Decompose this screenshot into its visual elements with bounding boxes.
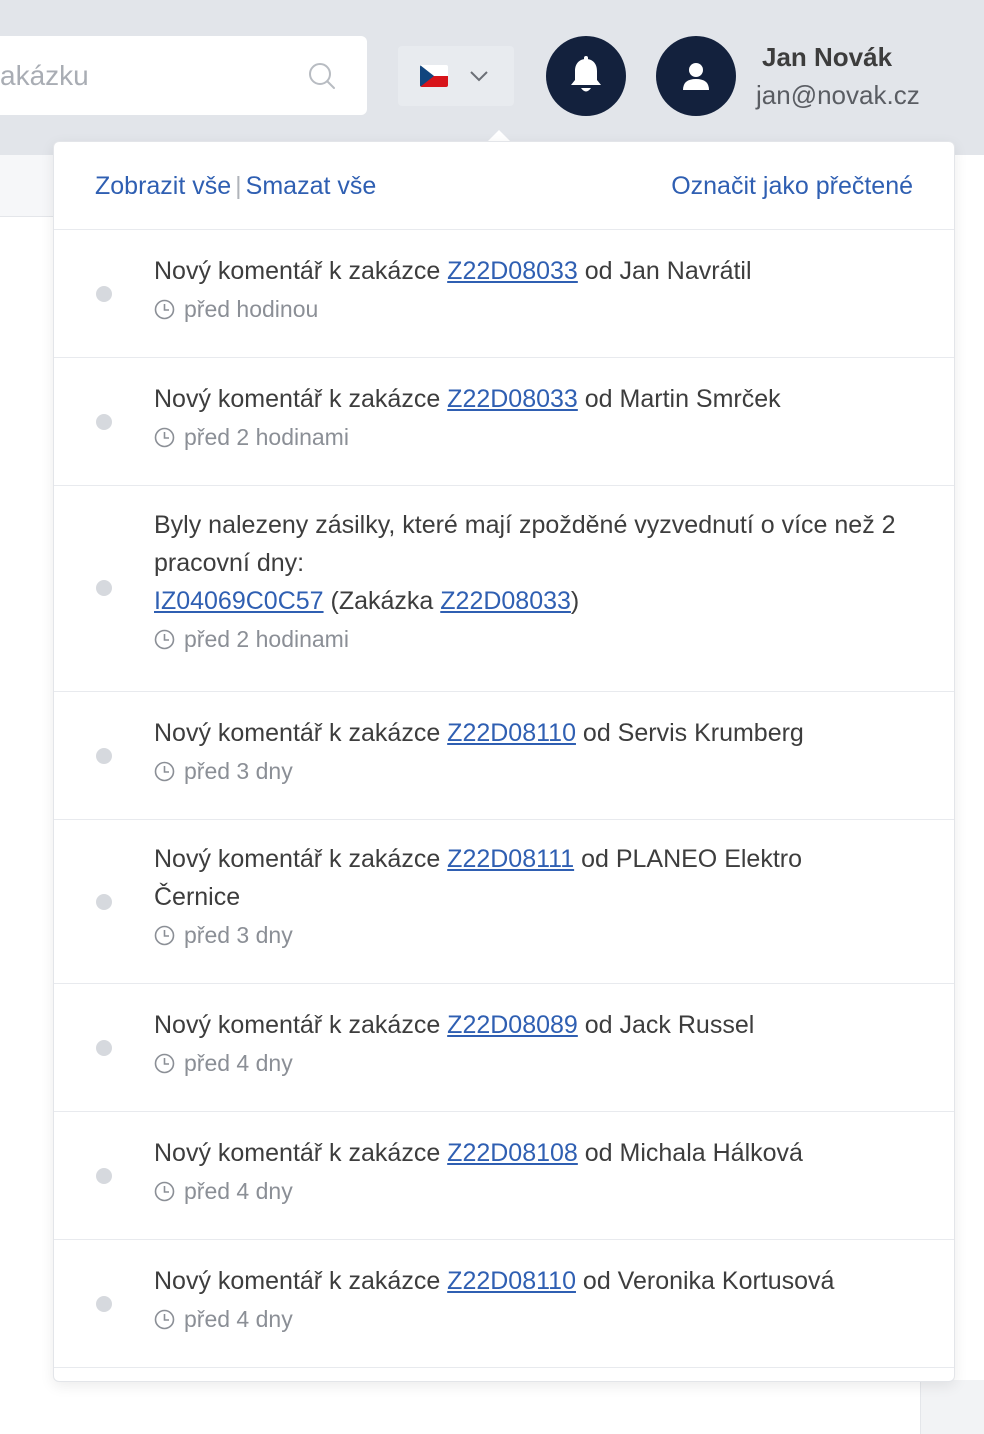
order-link[interactable]: Z22D08108 — [447, 1139, 578, 1167]
notification-time: před 3 dny — [154, 922, 854, 949]
time-label: před 3 dny — [184, 758, 293, 784]
user-avatar-button[interactable] — [656, 36, 736, 116]
notification-text: Nový komentář k zakázce Z22D08111 od PLA… — [154, 840, 854, 916]
time-label: před 4 dny — [184, 1050, 293, 1076]
order-link[interactable]: Z22D08110 — [447, 719, 576, 747]
notification-text: Byly nalezeny zásilky, které mají zpoždě… — [154, 511, 896, 577]
notifications-dropdown: Zobrazit vše | Smazat vše Označit jako pře… — [53, 141, 955, 1382]
clock-icon — [154, 1309, 175, 1330]
notification-item[interactable]: Nový komentář k zakázce Z22D08033 od Jan… — [54, 230, 954, 358]
bell-icon — [571, 56, 601, 92]
clock-icon — [154, 427, 175, 448]
order-link[interactable]: Z22D08033 — [440, 587, 571, 615]
clock-icon — [154, 629, 175, 650]
search-box[interactable]: akázku — [0, 36, 367, 115]
shipment-link[interactable]: IZ04069C0C57 — [154, 587, 324, 615]
notification-suffix: od Michala Hálková — [577, 1139, 803, 1167]
unread-dot — [96, 286, 112, 302]
notification-time: před 2 hodinami — [154, 626, 914, 653]
dropdown-header: Zobrazit vše | Smazat vše Označit jako pře… — [54, 142, 954, 230]
clock-icon — [154, 299, 175, 320]
notification-suffix: od Servis Krumberg — [575, 719, 804, 747]
shipment-order-label: (Zakázka — [323, 587, 441, 615]
notification-prefix: Nový komentář k zakázce — [154, 257, 448, 285]
notification-item[interactable]: Nový komentář k zakázce Z22D08110 od Ver… — [54, 1240, 954, 1368]
search-input[interactable]: akázku — [0, 36, 280, 115]
order-link[interactable]: Z22D08111 — [447, 845, 574, 873]
notification-text: Nový komentář k zakázce Z22D08033 od Mar… — [154, 380, 914, 418]
notification-suffix: od Jan Navrátil — [577, 257, 752, 285]
time-label: před 3 dny — [184, 922, 293, 948]
notification-text: Nový komentář k zakázce Z22D08033 od Jan… — [154, 252, 914, 290]
shipment-line: IZ04069C0C57 (Zakázka Z22D08033) — [154, 582, 914, 620]
clock-icon — [154, 761, 175, 782]
notification-text: Nový komentář k zakázce Z22D08089 od Jac… — [154, 1006, 914, 1044]
notification-prefix: Nový komentář k zakázce — [154, 1011, 448, 1039]
background-page — [0, 155, 54, 217]
unread-dot — [96, 748, 112, 764]
notification-prefix: Nový komentář k zakázce — [154, 719, 448, 747]
notification-item[interactable]: Nový komentář k zakázce Z22D08108 od Mic… — [54, 1112, 954, 1240]
user-name: Jan Novák — [762, 42, 893, 72]
notification-time: před 4 dny — [154, 1050, 914, 1077]
notification-time: před 2 hodinami — [154, 424, 914, 451]
notifications-button[interactable] — [546, 36, 626, 116]
unread-dot — [96, 894, 112, 910]
notification-prefix: Nový komentář k zakázce — [154, 1139, 448, 1167]
notification-text: Nový komentář k zakázce Z22D08110 od Ver… — [154, 1262, 914, 1300]
user-icon — [683, 63, 709, 90]
clock-icon — [154, 1053, 175, 1074]
time-label: před 2 hodinami — [184, 424, 349, 450]
time-label: před 2 hodinami — [184, 626, 349, 652]
notification-item[interactable]: Byly nalezeny zásilky, které mají zpoždě… — [54, 486, 954, 692]
notification-suffix: od Veronika Kortusová — [575, 1267, 835, 1295]
notification-prefix: Nový komentář k zakázce — [154, 385, 448, 413]
unread-dot — [96, 1168, 112, 1184]
notification-time: před 4 dny — [154, 1306, 914, 1333]
clock-icon — [154, 1181, 175, 1202]
chevron-down-icon — [470, 71, 488, 82]
closing-paren: ) — [570, 587, 580, 615]
unread-dot — [96, 580, 112, 596]
notification-item[interactable]: Nový komentář k zakázce Z22D08110 od Ser… — [54, 692, 954, 820]
show-all-link[interactable]: Zobrazit vše — [95, 172, 231, 200]
language-selector[interactable] — [398, 46, 514, 106]
order-link[interactable]: Z22D08033 — [447, 385, 578, 413]
notification-suffix: od Jack Russel — [577, 1011, 755, 1039]
order-link[interactable]: Z22D08033 — [447, 257, 578, 285]
mark-read-link[interactable]: Označit jako přečtené — [671, 172, 913, 200]
background-page-edge — [920, 1380, 984, 1434]
notification-text: Nový komentář k zakázce Z22D08108 od Mic… — [154, 1134, 914, 1172]
czech-flag-icon — [420, 65, 448, 87]
time-label: před 4 dny — [184, 1178, 293, 1204]
time-label: před hodinou — [184, 296, 319, 322]
unread-dot — [96, 414, 112, 430]
notification-item[interactable]: Nový komentář k zakázce Z22D08089 od Jac… — [54, 984, 954, 1112]
notification-item[interactable]: Nový komentář k zakázce Z22D08111 od PLA… — [54, 820, 954, 984]
notification-item[interactable]: Nový komentář k zakázce Z22D08033 od Mar… — [54, 358, 954, 486]
search-icon[interactable] — [308, 62, 336, 90]
notification-time: před hodinou — [154, 296, 914, 323]
unread-dot — [96, 1296, 112, 1312]
order-link[interactable]: Z22D08089 — [447, 1011, 578, 1039]
notification-time: před 4 dny — [154, 1178, 914, 1205]
link-separator: | — [235, 172, 242, 200]
notification-prefix: Nový komentář k zakázce — [154, 1267, 448, 1295]
order-link[interactable]: Z22D08110 — [447, 1267, 576, 1295]
unread-dot — [96, 1040, 112, 1056]
user-email: jan@novak.cz — [756, 80, 920, 110]
notification-text: Nový komentář k zakázce Z22D08110 od Ser… — [154, 714, 914, 752]
time-label: před 4 dny — [184, 1306, 293, 1332]
delete-all-link[interactable]: Smazat vše — [246, 172, 377, 200]
notification-suffix: od Martin Smrček — [577, 385, 781, 413]
clock-icon — [154, 925, 175, 946]
notification-time: před 3 dny — [154, 758, 914, 785]
notification-prefix: Nový komentář k zakázce — [154, 845, 448, 873]
